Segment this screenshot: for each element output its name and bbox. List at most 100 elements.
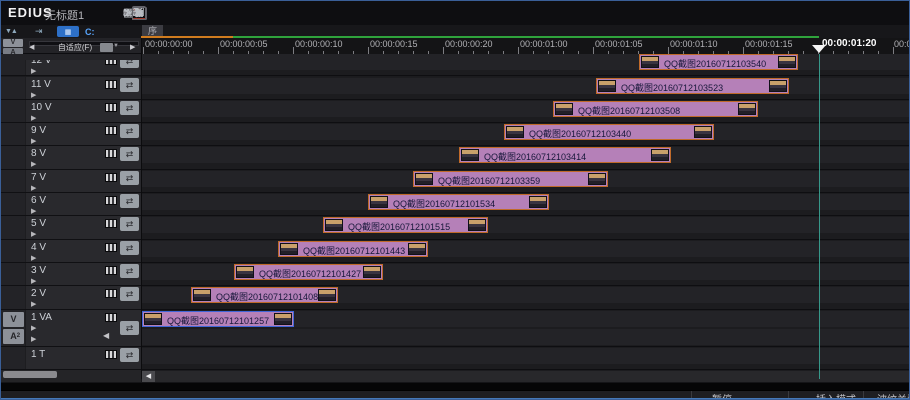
clip-QQ截图20160712103508[interactable]: QQ截图20160712103508 xyxy=(553,101,758,117)
horizontal-scrollbar[interactable] xyxy=(155,371,909,382)
redo-button[interactable]: ↷▾ xyxy=(121,12,125,14)
track-header-11v[interactable]: 11 V⇄▶ xyxy=(1,77,141,100)
clip-thumbnail xyxy=(468,219,486,231)
film-icon[interactable] xyxy=(105,313,117,322)
clip-QQ截图20160712101257[interactable]: QQ截图20160712101257 xyxy=(142,311,294,327)
sync-lock-toggle[interactable]: ⇄ xyxy=(120,78,139,92)
clip-QQ截图20160712103359[interactable]: QQ截图20160712103359 xyxy=(413,171,608,187)
clip-thumbnail xyxy=(280,243,298,255)
film-icon[interactable] xyxy=(105,243,117,252)
expander-icon[interactable]: ▶ xyxy=(31,255,36,262)
track-header-4v[interactable]: 4 V ⇄ ▶ xyxy=(1,240,141,263)
track-patch-cell xyxy=(1,77,26,99)
clip-label: QQ截图20160712103508 xyxy=(578,104,680,117)
clip-thumbnail xyxy=(738,103,756,115)
expander-icon[interactable]: ▶ xyxy=(31,115,36,122)
track-header-3v[interactable]: 3 V⇄▶ xyxy=(1,263,141,286)
sync-lock-toggle[interactable]: ⇄ xyxy=(120,348,139,362)
track-label: 4 V xyxy=(31,242,46,253)
expander-icon[interactable]: ▶ xyxy=(31,68,36,75)
clip-QQ截图20160712103540[interactable]: QQ截图20160712103540 xyxy=(639,54,798,70)
audio-map-badge[interactable]: A2 xyxy=(3,329,24,344)
zoom-in-arrow[interactable]: ▶ xyxy=(130,43,135,51)
expander-icon[interactable]: ▶ xyxy=(31,301,36,308)
track-header-1va[interactable]: VA21 VA⇄▶▶◀ xyxy=(1,310,141,347)
track-header-6v[interactable]: 6 V⇄▶ xyxy=(1,193,141,216)
vertical-scroll-thumb[interactable] xyxy=(3,371,57,378)
track-header-8v[interactable]: 8 V⇄▶ xyxy=(1,146,141,170)
film-icon[interactable] xyxy=(105,80,117,89)
expander-icon[interactable]: ▶ xyxy=(31,138,36,145)
marker-panel-button[interactable]: ▦ xyxy=(57,26,79,37)
video-map-badge[interactable]: V xyxy=(3,312,24,327)
expander-icon[interactable]: ▶ xyxy=(31,208,36,215)
film-icon[interactable] xyxy=(105,266,117,275)
scroll-left-button[interactable]: ◀ xyxy=(142,371,155,382)
clip-lane xyxy=(141,241,909,257)
bin-panel-button[interactable]: ▤▾ xyxy=(130,12,134,14)
track-header-5v[interactable]: 5 V⇄▶ xyxy=(1,216,141,240)
zoom-fit-dropdown[interactable]: 自适应(F) xyxy=(39,42,111,53)
clip-label: QQ截图20160712101515 xyxy=(348,220,450,233)
clip-label: QQ截图20160712103414 xyxy=(484,150,586,163)
sync-lock-toggle[interactable]: ⇄ xyxy=(120,321,139,335)
expander-icon[interactable]: ▶ xyxy=(31,161,36,168)
ruler-label: 00:00:00:05 xyxy=(220,39,268,49)
zoom-out-arrow[interactable]: ◀ xyxy=(29,43,34,51)
sync-lock-toggle[interactable]: ⇄ xyxy=(120,101,139,115)
sync-lock-toggle[interactable]: ⇄ xyxy=(120,287,139,301)
clip-QQ截图20160712103440[interactable]: QQ截图20160712103440 xyxy=(504,124,714,140)
film-icon[interactable] xyxy=(105,149,117,158)
clip-thumbnail xyxy=(555,103,573,115)
status-bar xyxy=(1,390,909,398)
speaker-icon[interactable]: ◀ xyxy=(103,332,109,340)
film-icon[interactable] xyxy=(105,173,117,182)
timeline-ruler[interactable]: 00:00:00:0000:00:00:0500:00:00:1000:00:0… xyxy=(141,38,909,54)
audio-expander-icon[interactable]: ▶ xyxy=(31,336,36,343)
clip-QQ截图20160712101427[interactable]: QQ截图20160712101427 xyxy=(234,264,383,280)
chevron-down-icon[interactable]: ▼ xyxy=(113,43,119,49)
title-bar: EDIUS 无标题1 ▣▾▱▾▦▾✂⧉▤⧈▾✕⌧↶▾↷▾⊥▾◇▾T▾☻≣▾▦▥▩… xyxy=(1,1,909,25)
track-header-7v[interactable]: 7 V⇄▶ xyxy=(1,170,141,193)
track-header-9v[interactable]: 9 V⇄▶ xyxy=(1,123,141,146)
clip-lane xyxy=(141,348,909,364)
playhead-line[interactable] xyxy=(819,54,820,379)
sync-lock-toggle[interactable]: ⇄ xyxy=(120,241,139,255)
expander-icon[interactable]: ▶ xyxy=(31,185,36,192)
expander-icon[interactable]: ▶ xyxy=(31,325,36,332)
sync-lock-toggle[interactable]: ⇄ xyxy=(120,194,139,208)
track-patch-cell xyxy=(1,263,26,285)
expander-icon[interactable]: ▶ xyxy=(31,92,36,99)
ruler-label: 00:00:00:00 xyxy=(145,39,193,49)
track-header-1t[interactable]: 1 T⇄ xyxy=(1,347,141,370)
timeline-row-5v xyxy=(141,216,909,240)
clip-thumbnail xyxy=(651,149,669,161)
sync-lock-toggle[interactable]: ⇄ xyxy=(120,217,139,231)
track-header-2v[interactable]: 2 V⇄▶ xyxy=(1,286,141,310)
film-icon[interactable] xyxy=(105,103,117,112)
expander-icon[interactable]: ▶ xyxy=(31,278,36,285)
film-icon[interactable] xyxy=(105,196,117,205)
expander-icon[interactable]: ▶ xyxy=(31,231,36,238)
sync-lock-toggle[interactable]: ⇄ xyxy=(120,264,139,278)
film-icon[interactable] xyxy=(105,126,117,135)
track-header-10v[interactable]: 10 V⇄▶ xyxy=(1,100,141,123)
clip-label: QQ截图20160712101534 xyxy=(393,197,495,210)
render-status-orange xyxy=(141,36,233,38)
film-icon[interactable] xyxy=(105,289,117,298)
clip-thumbnail xyxy=(598,80,616,92)
sync-lock-toggle[interactable]: ⇄ xyxy=(120,171,139,185)
ruler-tick xyxy=(518,47,519,54)
film-icon[interactable] xyxy=(105,219,117,228)
clip-QQ截图20160712101443[interactable]: QQ截图20160712101443 xyxy=(278,241,428,257)
sync-lock-toggle[interactable]: ⇄ xyxy=(120,124,139,138)
source-video-badge[interactable]: V xyxy=(3,39,23,47)
clip-QQ截图20160712103414[interactable]: QQ截图20160712103414 xyxy=(459,147,671,163)
sync-lock-toggle[interactable]: ⇄ xyxy=(120,147,139,161)
film-icon[interactable] xyxy=(105,350,117,359)
clip-QQ截图20160712101408[interactable]: QQ截图20160712101408 xyxy=(191,287,338,303)
clip-QQ截图20160712101534[interactable]: QQ截图20160712101534 xyxy=(368,194,549,210)
clip-QQ截图20160712103523[interactable]: QQ截图20160712103523 xyxy=(596,78,789,94)
clip-QQ截图20160712101515[interactable]: QQ截图20160712101515 xyxy=(323,217,488,233)
playhead-handle[interactable] xyxy=(812,45,826,53)
